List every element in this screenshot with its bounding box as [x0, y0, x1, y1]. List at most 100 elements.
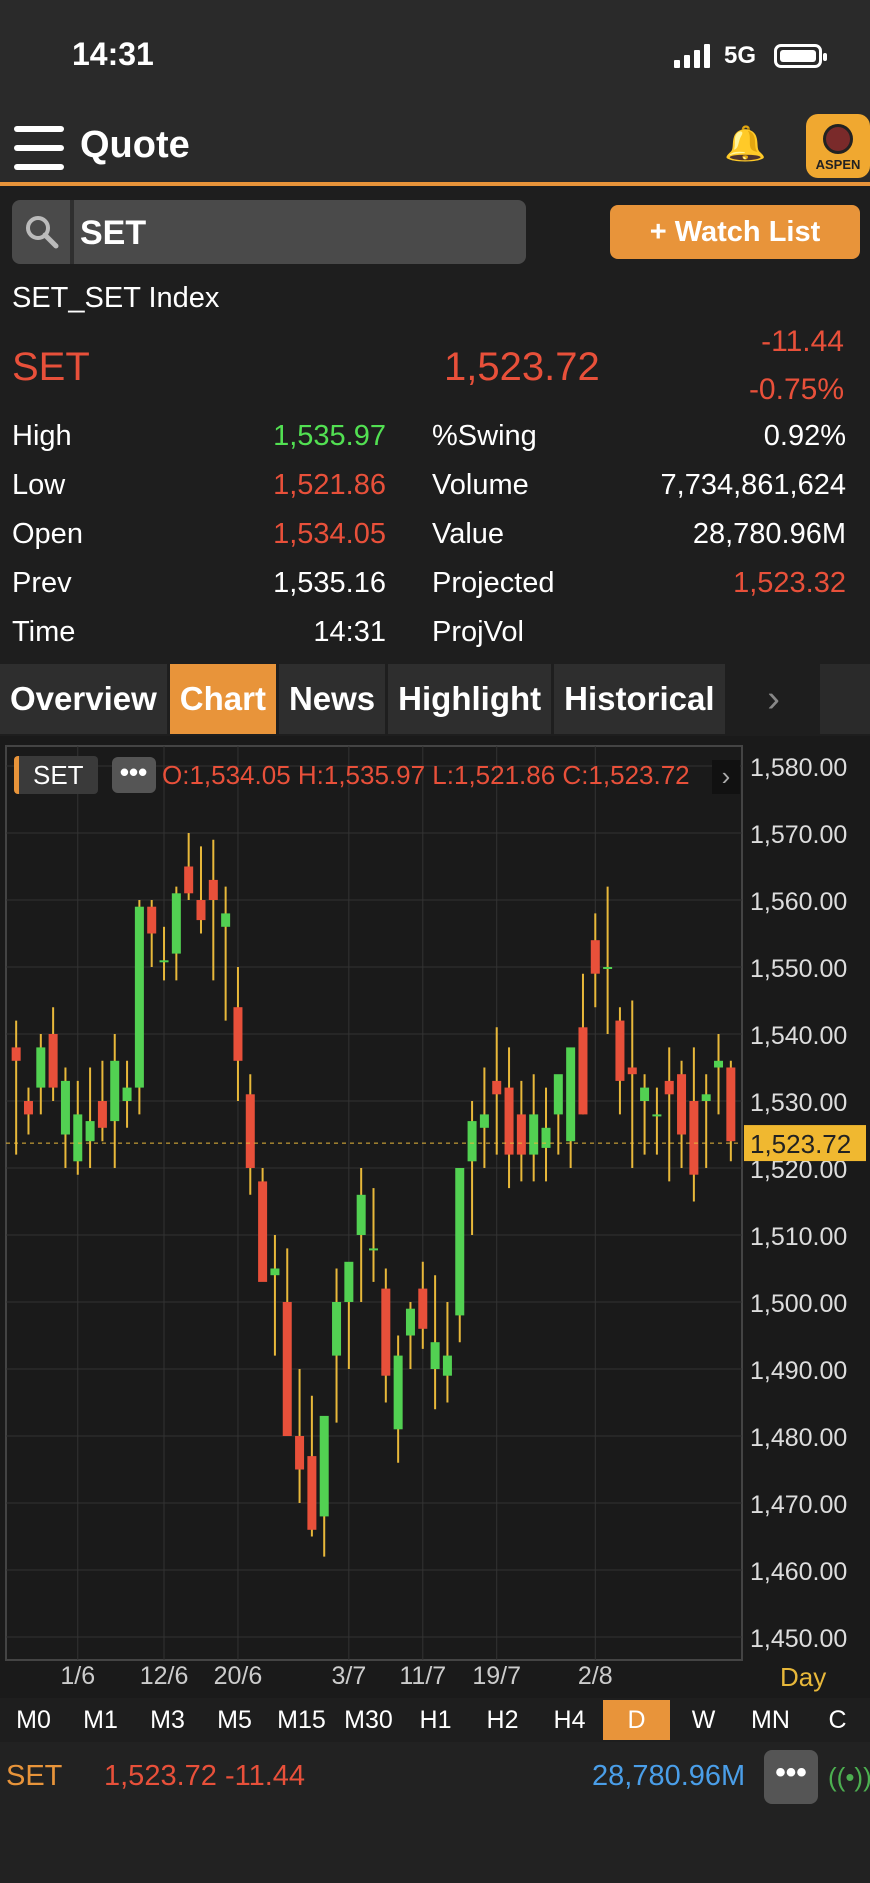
candle-body	[184, 866, 194, 894]
footer-symbol: SET	[6, 1760, 63, 1792]
candle-body	[504, 1087, 514, 1155]
left-stat-value: 1,535.16	[273, 567, 386, 599]
x-tick-label: 11/7	[399, 1662, 446, 1690]
candle-body	[578, 1027, 588, 1115]
candle-body	[726, 1067, 736, 1142]
candle-body	[97, 1101, 107, 1128]
symbol-search-input[interactable]: SET	[12, 200, 526, 264]
candle-body	[245, 1094, 255, 1168]
candle-body	[344, 1261, 354, 1302]
y-tick-label: 1,550.00	[750, 955, 847, 983]
period-d[interactable]: D	[603, 1700, 670, 1740]
candle-body	[356, 1194, 366, 1235]
candle-body	[652, 1114, 662, 1117]
quote-tabs: Overview Chart News Highlight Historical…	[0, 664, 870, 734]
candle-body	[60, 1080, 70, 1135]
candle-body	[455, 1168, 465, 1316]
x-tick-label: 1/6	[60, 1662, 95, 1690]
footer-more-icon[interactable]: •••	[764, 1750, 818, 1804]
candle-body	[23, 1101, 33, 1115]
add-watchlist-button[interactable]: + Watch List	[610, 205, 860, 259]
candle-body	[381, 1288, 391, 1376]
period-m5[interactable]: M5	[201, 1700, 268, 1740]
tab-news[interactable]: News	[278, 664, 389, 734]
x-tick-label: 20/6	[214, 1662, 263, 1690]
x-tick-label: 12/6	[140, 1662, 189, 1690]
tab-historical[interactable]: Historical	[554, 664, 728, 734]
y-tick-label: 1,470.00	[750, 1491, 847, 1519]
tab-overview[interactable]: Overview	[0, 664, 170, 734]
tab-chart[interactable]: Chart	[169, 664, 279, 734]
status-bar: 14:31 5G	[0, 0, 870, 110]
candle-body	[418, 1288, 428, 1329]
candle-body	[430, 1342, 440, 1369]
candle-body	[393, 1355, 403, 1430]
period-m1[interactable]: M1	[67, 1700, 134, 1740]
left-stat-value: 14:31	[313, 616, 386, 648]
candle-body	[319, 1415, 329, 1517]
period-selector: M0 M1 M3 M5 M15 M30 H1 H2 H4 D W MN C	[0, 1700, 870, 1740]
y-tick-label: 1,580.00	[750, 754, 847, 782]
candle-body	[677, 1074, 687, 1135]
candle-body	[233, 1007, 243, 1061]
candle-body	[282, 1302, 292, 1436]
left-stat-label: Time	[12, 616, 76, 648]
tabs-scroll-right-icon[interactable]: ›	[727, 664, 820, 734]
y-tick-label: 1,560.00	[750, 888, 847, 916]
candle-body	[258, 1181, 268, 1282]
signal-icon	[674, 44, 710, 68]
chart-canvas[interactable]: 1,580.00 1,570.00 1,560.00 1,550.00 1,540.00…	[0, 736, 870, 1698]
period-h4[interactable]: H4	[536, 1700, 603, 1740]
menu-icon[interactable]	[14, 126, 64, 170]
y-tick-label: 1,540.00	[750, 1022, 847, 1050]
candle-body	[134, 906, 144, 1088]
candle-body	[48, 1034, 58, 1088]
candlestick-chart[interactable]: 1,580.00 1,570.00 1,560.00 1,550.00 1,540.00…	[0, 736, 870, 1698]
candle-body	[627, 1067, 637, 1075]
right-stat-label: ProjVol	[432, 616, 524, 648]
candle-body	[553, 1074, 563, 1115]
period-m15[interactable]: M15	[268, 1700, 335, 1740]
period-mn[interactable]: MN	[737, 1700, 804, 1740]
period-m3[interactable]: M3	[134, 1700, 201, 1740]
period-h2[interactable]: H2	[469, 1700, 536, 1740]
period-m30[interactable]: M30	[335, 1700, 402, 1740]
search-divider	[70, 200, 74, 264]
candle-body	[221, 913, 231, 927]
ohlc-scroll-icon[interactable]: ›	[712, 760, 740, 794]
candle-body	[159, 960, 169, 963]
left-stat-value: 1,521.86	[273, 469, 386, 501]
chart-symbol-tag[interactable]: SET	[14, 756, 98, 794]
y-tick-label: 1,530.00	[750, 1089, 847, 1117]
candle-body	[122, 1087, 132, 1101]
y-tick-label: 1,450.00	[750, 1625, 847, 1653]
candle-body	[442, 1355, 452, 1376]
right-stat-label: Volume	[432, 469, 529, 501]
period-w[interactable]: W	[670, 1700, 737, 1740]
quote-symbol: SET	[12, 345, 90, 389]
left-stat-label: Open	[12, 518, 83, 550]
candle-body	[208, 879, 218, 900]
footer-value: 28,780.96M	[592, 1760, 746, 1792]
price-change: -11.44	[761, 325, 844, 358]
quote-footer: SET 1,523.72 -11.44 28,780.96M ••• ((•))	[0, 1742, 870, 1883]
chart-options-icon[interactable]: •••	[111, 757, 156, 793]
candle-body	[270, 1268, 280, 1276]
app-header: Quote 🔔 ASPEN	[0, 110, 870, 186]
bell-icon[interactable]: 🔔	[724, 124, 766, 164]
right-stat-label: Projected	[432, 567, 555, 599]
candle-body	[369, 1248, 378, 1251]
candle-body	[664, 1080, 674, 1095]
period-m0[interactable]: M0	[0, 1700, 67, 1740]
battery-icon	[774, 44, 827, 68]
app-logo[interactable]: ASPEN	[806, 114, 870, 178]
page-title: Quote	[80, 124, 190, 166]
right-stat-value: 7,734,861,624	[660, 469, 846, 501]
period-c[interactable]: C	[804, 1700, 870, 1740]
tab-highlight[interactable]: Highlight	[388, 664, 555, 734]
period-h1[interactable]: H1	[402, 1700, 469, 1740]
candle-body	[590, 940, 600, 974]
candle-body	[701, 1094, 711, 1101]
x-tick-label: 19/7	[472, 1662, 521, 1690]
candle-body	[467, 1121, 477, 1162]
